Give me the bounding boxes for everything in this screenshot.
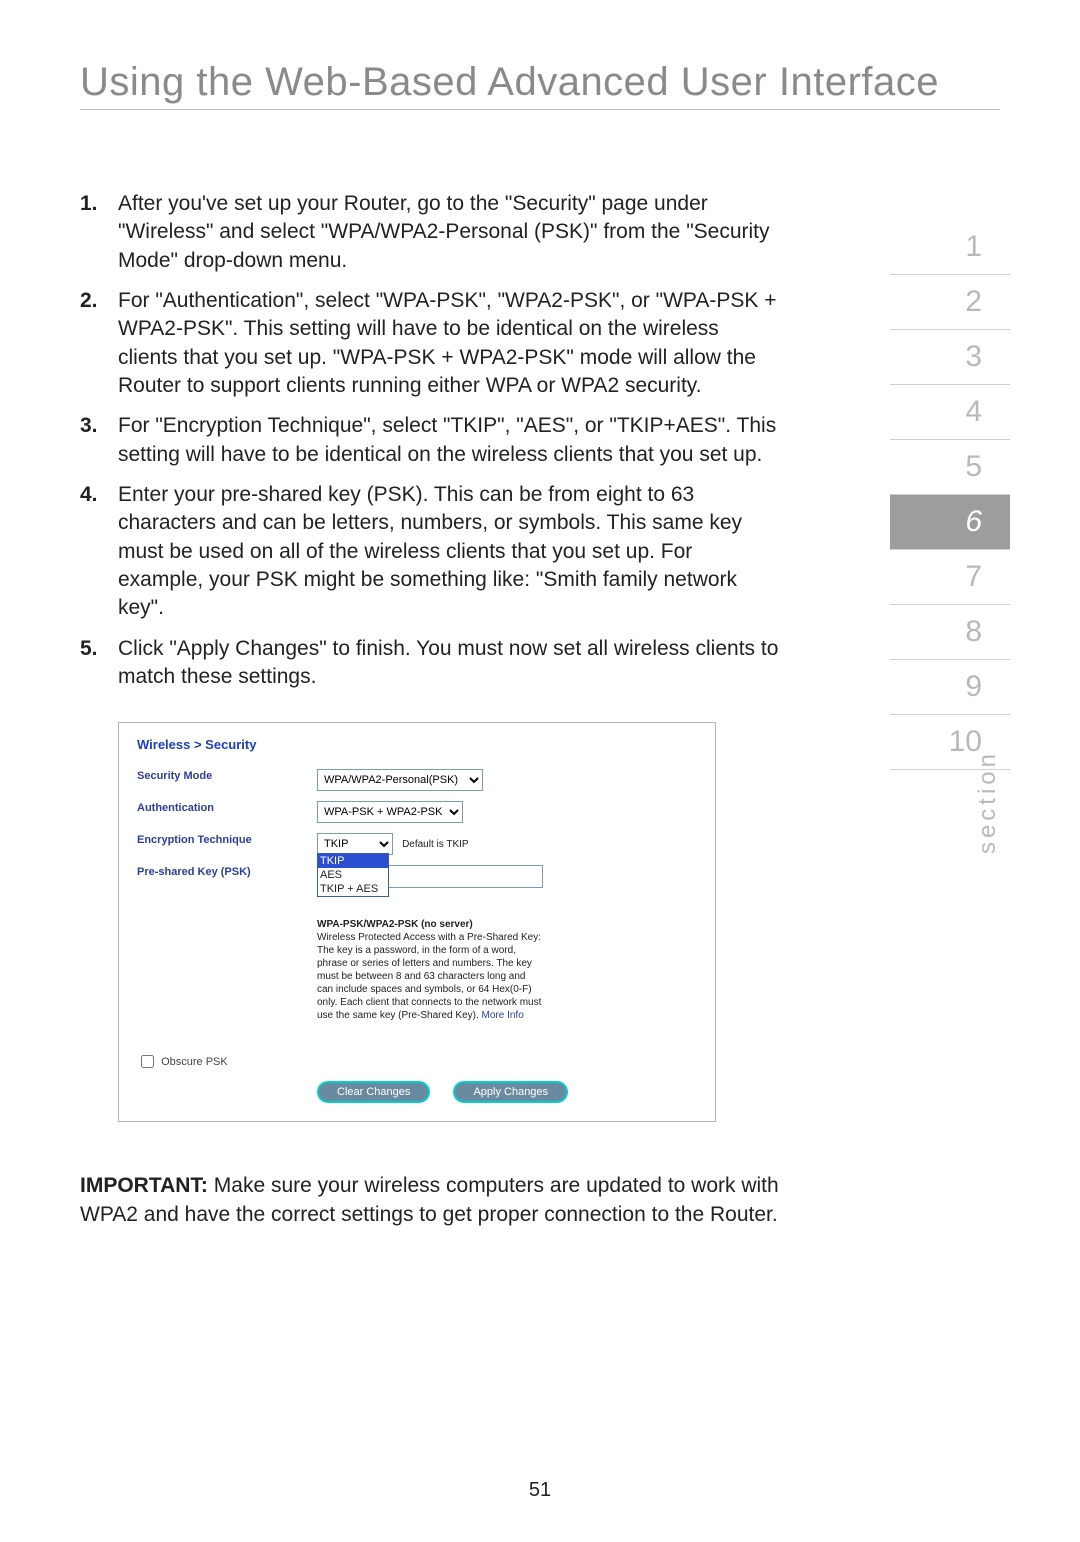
encryption-select[interactable]: TKIP — [317, 833, 393, 855]
encryption-options-listbox[interactable]: TKIP AES TKIP + AES — [317, 853, 389, 897]
important-note: IMPORTANT: Make sure your wireless compu… — [80, 1172, 780, 1229]
steps-list: 1. After you've set up your Router, go t… — [80, 190, 780, 692]
encryption-default-note: Default is TKIP — [402, 839, 469, 850]
step-item: 5. Click "Apply Changes" to finish. You … — [80, 635, 780, 692]
important-label: IMPORTANT: — [80, 1174, 208, 1197]
section-nav-item[interactable]: 2 — [890, 275, 1010, 330]
obscure-psk-checkbox[interactable] — [141, 1055, 154, 1068]
step-number: 4. — [80, 481, 118, 623]
security-mode-select[interactable]: WPA/WPA2-Personal(PSK) — [317, 769, 483, 791]
step-text: For "Encryption Technique", select "TKIP… — [118, 412, 780, 469]
section-nav-item[interactable]: 7 — [890, 550, 1010, 605]
authentication-select[interactable]: WPA-PSK + WPA2-PSK — [317, 801, 463, 823]
obscure-psk-label[interactable]: Obscure PSK — [137, 1056, 228, 1068]
section-nav-item-active[interactable]: 6 — [890, 495, 1010, 550]
label-psk: Pre-shared Key (PSK) — [137, 865, 317, 879]
breadcrumb: Wireless > Security — [137, 737, 697, 754]
step-text: For "Authentication", select "WPA-PSK", … — [118, 287, 780, 400]
psk-heading: WPA-PSK/WPA2-PSK (no server) — [317, 918, 697, 931]
section-label: section — [974, 750, 1002, 854]
step-item: 4. Enter your pre-shared key (PSK). This… — [80, 481, 780, 623]
step-item: 2. For "Authentication", select "WPA-PSK… — [80, 287, 780, 400]
more-info-link[interactable]: More Info — [482, 1010, 524, 1021]
section-nav: 1 2 3 4 5 6 7 8 9 10 section — [890, 220, 1010, 770]
router-security-panel: Wireless > Security Security Mode WPA/WP… — [118, 722, 716, 1123]
encryption-option[interactable]: TKIP — [318, 854, 388, 868]
step-text: Click "Apply Changes" to finish. You mus… — [118, 635, 780, 692]
step-number: 5. — [80, 635, 118, 692]
label-encryption: Encryption Technique — [137, 833, 317, 847]
encryption-option[interactable]: TKIP + AES — [318, 882, 388, 896]
section-nav-item[interactable]: 8 — [890, 605, 1010, 660]
step-item: 1. After you've set up your Router, go t… — [80, 190, 780, 275]
apply-changes-button[interactable]: Apply Changes — [453, 1081, 568, 1103]
step-text: Enter your pre-shared key (PSK). This ca… — [118, 481, 780, 623]
encryption-option[interactable]: AES — [318, 868, 388, 882]
label-security-mode: Security Mode — [137, 769, 317, 783]
step-number: 1. — [80, 190, 118, 275]
section-nav-item[interactable]: 1 — [890, 220, 1010, 275]
section-nav-item[interactable]: 4 — [890, 385, 1010, 440]
label-authentication: Authentication — [137, 801, 317, 815]
step-text: After you've set up your Router, go to t… — [118, 190, 780, 275]
step-item: 3. For "Encryption Technique", select "T… — [80, 412, 780, 469]
page-title: Using the Web-Based Advanced User Interf… — [80, 60, 1000, 110]
step-number: 3. — [80, 412, 118, 469]
step-number: 2. — [80, 287, 118, 400]
section-nav-item[interactable]: 5 — [890, 440, 1010, 495]
psk-description: Wireless Protected Access with a Pre-Sha… — [317, 931, 542, 1022]
page-number: 51 — [0, 1479, 1080, 1502]
clear-changes-button[interactable]: Clear Changes — [317, 1081, 430, 1103]
section-nav-item[interactable]: 9 — [890, 660, 1010, 715]
section-nav-item[interactable]: 3 — [890, 330, 1010, 385]
